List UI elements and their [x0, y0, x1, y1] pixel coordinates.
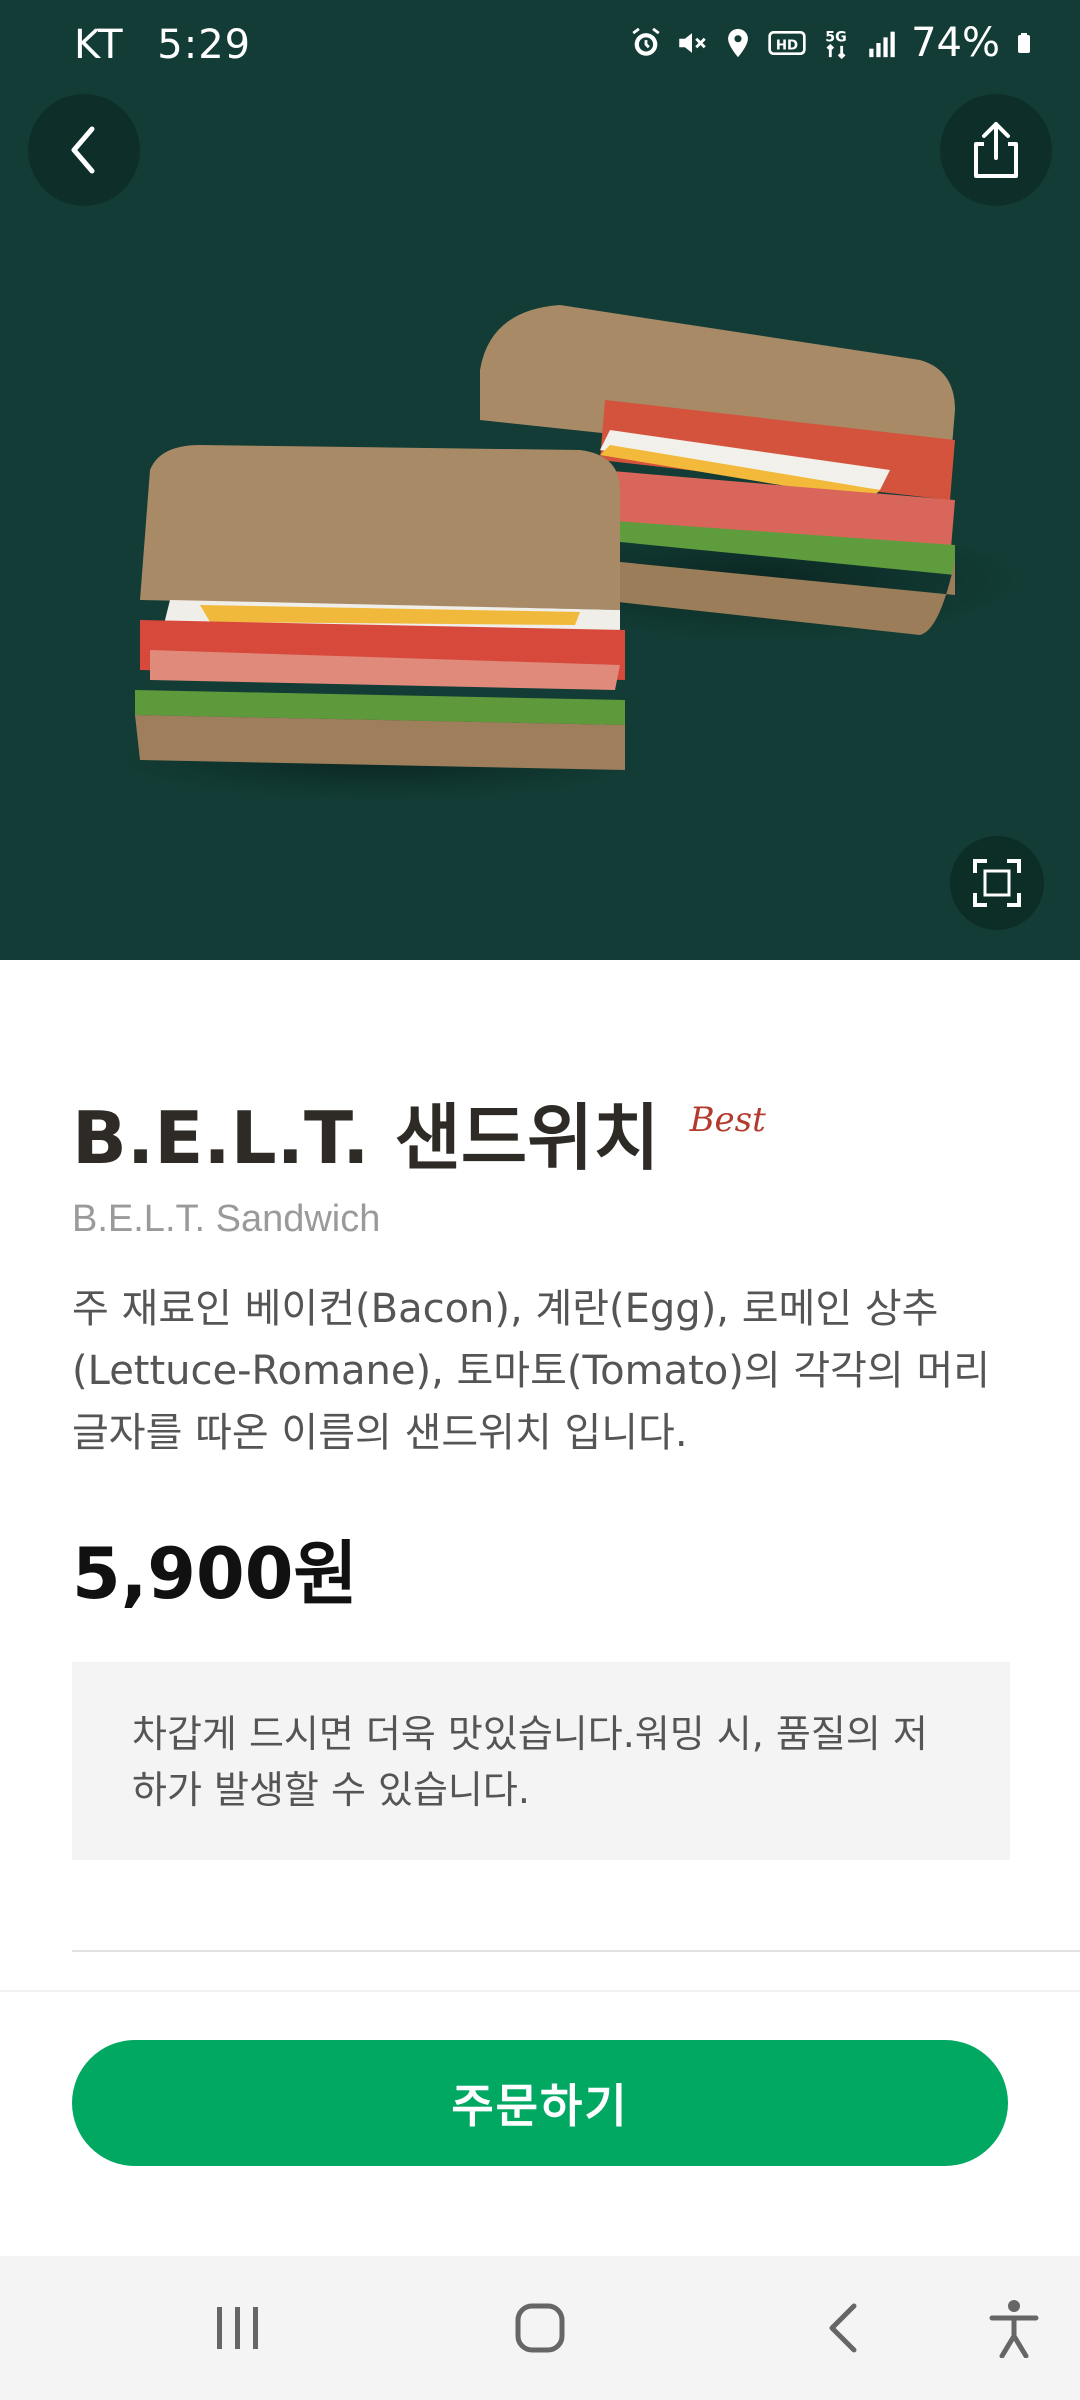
share-button[interactable] — [940, 94, 1052, 206]
battery-icon — [1018, 33, 1030, 53]
back-button[interactable] — [28, 94, 140, 206]
home-icon — [515, 2303, 565, 2353]
chevron-left-icon — [71, 126, 95, 174]
product-notice: 차갑게 드시면 더욱 맛있습니다.워밍 시, 품질의 저하가 발생할 수 있습니… — [72, 1662, 1010, 1860]
divider — [0, 1990, 1080, 1992]
clock: 5:29 — [157, 22, 252, 68]
nav-back-button[interactable] — [808, 2292, 880, 2364]
product-price: 5,900원 — [72, 1533, 358, 1615]
best-badge: Best — [689, 1100, 766, 1140]
sandwich-image — [120, 305, 1020, 800]
title-row: B.E.L.T. 샌드위치 Best — [72, 1100, 766, 1174]
5g-icon: 5G — [825, 30, 847, 60]
battery-percent: 74% — [911, 20, 1000, 66]
product-title: B.E.L.T. 샌드위치 — [72, 1096, 660, 1180]
mute-icon — [679, 33, 706, 53]
recent-apps-icon — [217, 2307, 258, 2349]
location-icon — [728, 28, 749, 58]
svg-text:HD: HD — [776, 39, 798, 54]
share-icon — [974, 122, 1018, 178]
carrier-label: KT — [74, 22, 124, 68]
signal-icon — [869, 31, 895, 58]
recent-apps-button[interactable] — [202, 2292, 274, 2364]
home-button[interactable] — [504, 2292, 576, 2364]
product-description: 주 재료인 베이컨(Bacon), 계란(Egg), 로메인 상추(Lettuc… — [72, 1286, 991, 1456]
accessibility-button[interactable] — [978, 2292, 1050, 2364]
hd-icon: HD — [768, 31, 806, 55]
svg-text:5G: 5G — [825, 30, 846, 46]
order-button[interactable]: 주문하기 — [72, 2040, 1008, 2166]
back-icon — [829, 2303, 857, 2353]
expand-icon — [973, 859, 1021, 907]
accessibility-icon — [989, 2300, 1039, 2358]
system-nav-bar — [0, 2256, 1080, 2400]
divider — [72, 1950, 1080, 1952]
alarm-icon — [632, 27, 660, 56]
product-subtitle: B.E.L.T. Sandwich — [72, 1198, 381, 1240]
product-hero: KT 5:29 HD 5G 74% — [0, 0, 1080, 960]
status-bar: KT 5:29 HD 5G 74% — [0, 0, 1080, 100]
fullscreen-button[interactable] — [950, 836, 1044, 930]
